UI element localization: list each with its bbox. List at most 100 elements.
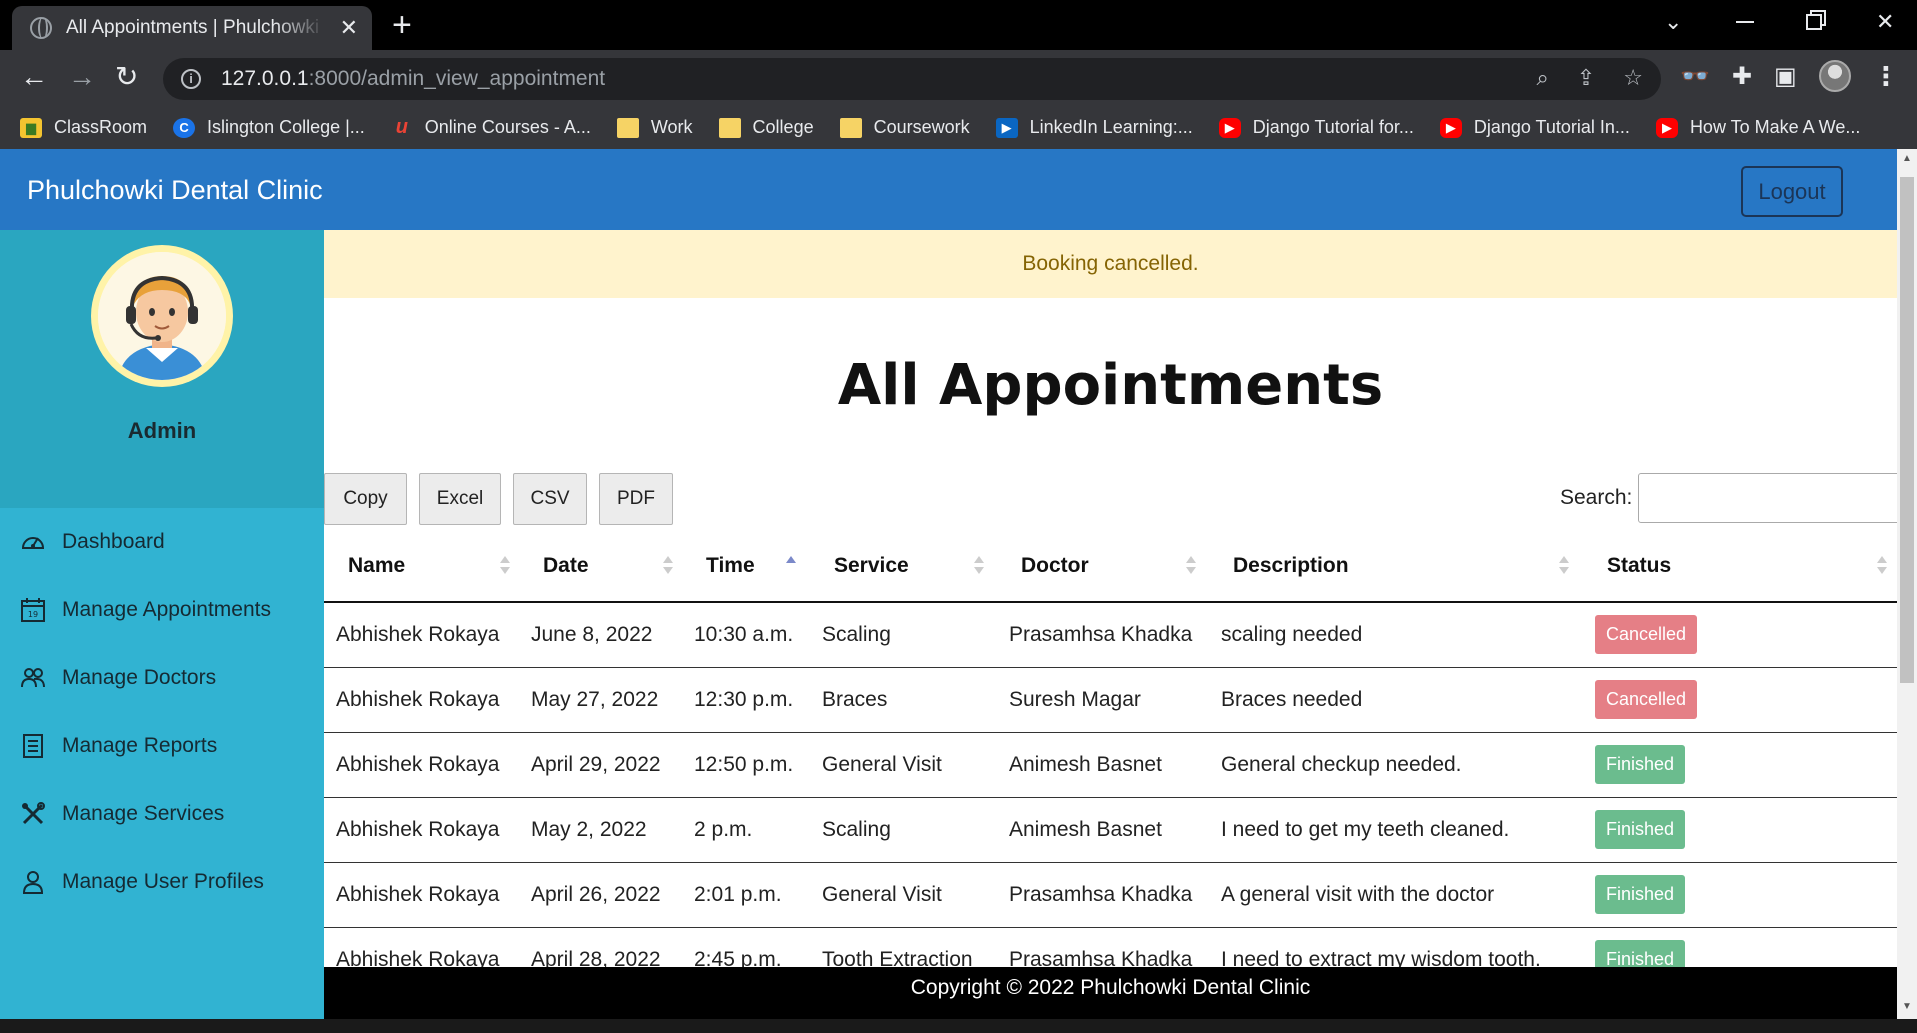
site-info-icon[interactable]: i (181, 69, 201, 89)
status-badge: Finished (1595, 745, 1686, 784)
menu-dots-icon[interactable]: ⋮ (1873, 61, 1899, 92)
sort-icon (1559, 556, 1569, 576)
restore-button[interactable] (1806, 0, 1822, 44)
scroll-down-icon[interactable]: ▼ (1897, 1001, 1917, 1017)
alert-message: Booking cancelled. (324, 230, 1897, 298)
cell-description: I need to get my teeth cleaned. (1209, 797, 1583, 863)
cell-time: 12:50 p.m. (682, 732, 810, 798)
web-page: Phulchowki Dental Clinic Logout Admin Da… (0, 149, 1897, 1019)
column-header-doctor[interactable]: Doctor (997, 530, 1209, 603)
table-row: Abhishek Rokaya May 27, 2022 12:30 p.m. … (324, 667, 1897, 733)
extensions-puzzle-icon[interactable]: ✚ (1732, 62, 1752, 91)
new-tab-button[interactable]: + (392, 8, 412, 42)
sort-icon (1877, 556, 1887, 576)
tab-close-icon[interactable]: ✕ (340, 15, 358, 41)
cell-status: Cancelled (1583, 602, 1897, 668)
brand-link[interactable]: Phulchowki Dental Clinic (27, 175, 323, 206)
bookmark-how-to-make[interactable]: ▶ How To Make A We... (1655, 117, 1860, 138)
cell-time: 12:30 p.m. (682, 667, 810, 733)
cell-description: A general visit with the doctor (1209, 862, 1583, 928)
browser-tab-bar: All Appointments | Phulchowki Dental Cli… (0, 0, 1917, 50)
csv-button[interactable]: CSV (513, 473, 587, 525)
page-scrollbar[interactable]: ▲ ▼ (1897, 149, 1917, 1019)
sidebar-item-dashboard[interactable]: Dashboard (0, 508, 324, 576)
back-arrow-icon[interactable]: ← (20, 62, 48, 92)
c-logo-icon: C (173, 117, 196, 138)
youtube-icon: ▶ (1218, 117, 1241, 138)
zoom-icon[interactable]: ⌕ (1537, 65, 1549, 91)
sort-ascending-icon (786, 556, 796, 576)
bookmark-online-courses[interactable]: u Online Courses - A... (391, 116, 591, 138)
udemy-icon: u (395, 116, 408, 138)
bookmark-classroom[interactable]: ▆ ClassRoom (20, 117, 147, 138)
table-search: Search: (1560, 473, 1897, 523)
bookmark-star-icon[interactable]: ☆ (1623, 65, 1643, 91)
globe-icon (30, 17, 52, 39)
sidebar-item-reports[interactable]: Manage Reports (0, 712, 324, 780)
sort-icon (663, 556, 673, 576)
cell-service: General Visit (810, 862, 997, 928)
minimize-button[interactable] (1736, 0, 1754, 44)
sidebar-item-appointments[interactable]: 19 Manage Appointments (0, 576, 324, 644)
column-header-description[interactable]: Description (1209, 530, 1583, 603)
copy-button[interactable]: Copy (324, 473, 407, 525)
table-row: Abhishek Rokaya May 2, 2022 2 p.m. Scali… (324, 797, 1897, 863)
column-header-status[interactable]: Status (1583, 530, 1897, 603)
sidebar-item-services[interactable]: Manage Services (0, 780, 324, 848)
dashboard-gauge-icon (20, 529, 46, 555)
sidebar-profile: Admin (0, 230, 324, 508)
table-row: Abhishek Rokaya June 8, 2022 10:30 a.m. … (324, 602, 1897, 668)
tab-search-chevron-icon[interactable]: ⌄ (1664, 0, 1682, 44)
svg-text:19: 19 (28, 610, 38, 619)
cell-status: Finished (1583, 862, 1897, 928)
incognito-extension-icon[interactable]: 👓 (1680, 62, 1710, 91)
column-header-service[interactable]: Service (810, 530, 997, 603)
bookmark-work[interactable]: Work (616, 117, 693, 138)
classroom-icon: ▆ (20, 117, 42, 138)
scroll-up-icon[interactable]: ▲ (1897, 153, 1917, 169)
cell-service: Scaling (810, 797, 997, 863)
status-badge: Finished (1595, 875, 1686, 914)
cell-name: Abhishek Rokaya (324, 797, 519, 863)
top-navbar: Phulchowki Dental Clinic Logout (0, 149, 1897, 230)
search-input[interactable] (1638, 473, 1897, 523)
main-content: Booking cancelled. All Appointments Copy… (324, 230, 1897, 1019)
bookmark-college[interactable]: College (718, 117, 814, 138)
bookmark-linkedin[interactable]: ▶ LinkedIn Learning:... (995, 117, 1193, 138)
close-window-button[interactable]: ✕ (1876, 0, 1894, 44)
pdf-button[interactable]: PDF (599, 473, 673, 525)
sidebar-item-doctors[interactable]: Manage Doctors (0, 644, 324, 712)
calendar-icon: 19 (20, 597, 46, 623)
profile-avatar-icon[interactable] (1818, 60, 1851, 92)
side-panel-icon[interactable]: ▣ (1774, 62, 1797, 91)
cell-description: Braces needed (1209, 667, 1583, 733)
table-row: Abhishek Rokaya April 26, 2022 2:01 p.m.… (324, 862, 1897, 928)
logout-button[interactable]: Logout (1741, 166, 1843, 217)
column-header-time[interactable]: Time (682, 530, 810, 603)
cell-status: Finished (1583, 732, 1897, 798)
bookmark-django-2[interactable]: ▶ Django Tutorial In... (1439, 117, 1630, 138)
sidebar-item-user-profiles[interactable]: Manage User Profiles (0, 848, 324, 916)
report-list-icon (20, 733, 46, 759)
cell-service: Braces (810, 667, 997, 733)
cell-doctor: Suresh Magar (997, 667, 1209, 733)
excel-button[interactable]: Excel (419, 473, 501, 525)
share-icon[interactable]: ⇪ (1577, 65, 1595, 91)
column-header-date[interactable]: Date (519, 530, 682, 603)
folder-icon (718, 117, 741, 138)
page-title: All Appointments (837, 353, 1384, 418)
cell-date: April 29, 2022 (519, 732, 682, 798)
bookmark-coursework[interactable]: Coursework (839, 117, 970, 138)
bookmark-islington[interactable]: C Islington College |... (173, 117, 365, 138)
browser-tab[interactable]: All Appointments | Phulchowki Dental Cli… (12, 6, 372, 50)
bookmark-django-1[interactable]: ▶ Django Tutorial for... (1218, 117, 1414, 138)
scrollbar-thumb[interactable] (1900, 177, 1914, 683)
export-button-group: Copy Excel CSV PDF (324, 473, 673, 525)
reload-icon[interactable]: ↻ (115, 62, 138, 92)
column-header-name[interactable]: Name (324, 530, 519, 603)
forward-arrow-icon[interactable]: → (68, 62, 96, 92)
address-bar[interactable]: i 127.0.0.1:8000/admin_view_appointment … (163, 58, 1661, 100)
cell-time: 10:30 a.m. (682, 602, 810, 668)
sort-icon (500, 556, 510, 576)
sidebar-item-label: Manage User Profiles (62, 870, 264, 893)
